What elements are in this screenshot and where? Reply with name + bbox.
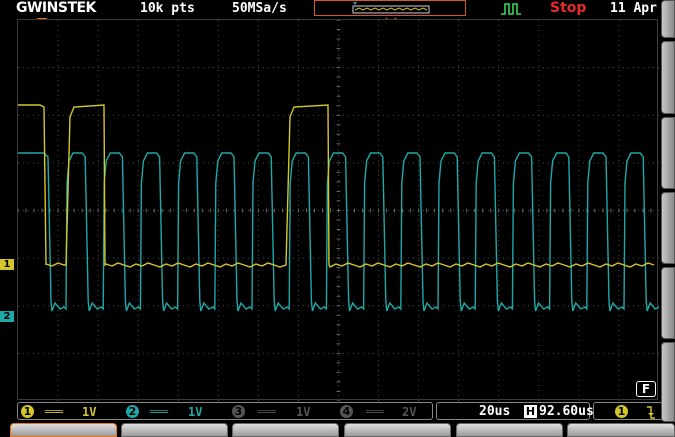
date-display: 11 Apr <box>610 1 657 16</box>
ch2-indicator[interactable]: 2 <box>126 405 139 418</box>
softkey-6[interactable] <box>567 423 675 437</box>
memory-window-indicator <box>314 0 466 16</box>
waveform-canvas <box>17 19 675 402</box>
ch1-dc-coupling-icon: ═══ <box>45 407 64 418</box>
ch2-scale: 1V <box>188 405 203 419</box>
horizontal-position-icon: H <box>524 405 537 418</box>
record-length: 10k pts <box>140 1 195 16</box>
timebase-scale: 20us <box>479 404 511 419</box>
ch4-scale: 2V <box>402 405 417 419</box>
filter-badge: F <box>636 381 656 397</box>
trigger-source[interactable]: 1 <box>615 405 628 418</box>
trigger-settings: 1 <box>593 402 665 420</box>
ch3-dc-coupling-icon: ═══ <box>258 407 277 418</box>
side-menu-button-5[interactable] <box>661 267 675 339</box>
ch2-waveform <box>18 152 675 312</box>
side-menu-button-4[interactable] <box>661 192 675 264</box>
brand-logo: GWINSTEK <box>16 0 96 16</box>
horizontal-position: 92.60us <box>539 404 594 419</box>
sample-rate: 50MSa/s <box>232 1 287 16</box>
side-menu-button-6[interactable] <box>661 342 675 422</box>
softkey-2[interactable] <box>121 423 228 437</box>
side-menu-button-1[interactable] <box>661 0 675 38</box>
ch1-indicator[interactable]: 1 <box>21 405 34 418</box>
ch4-dc-coupling-icon: ═══ <box>366 407 385 418</box>
softkey-1[interactable] <box>10 423 117 437</box>
ch1-scale: 1V <box>82 405 97 419</box>
acquisition-status: Stop <box>550 0 587 16</box>
ch4-indicator[interactable]: 4 <box>340 405 353 418</box>
ch2-ground-marker[interactable]: 2 <box>0 311 14 322</box>
ch3-indicator[interactable]: 3 <box>232 405 245 418</box>
vertical-settings: 1 ═══ 1V 2 ═══ 1V 3 ═══ 1V 4 ═══ 2V <box>17 402 433 420</box>
softkey-4[interactable] <box>344 423 451 437</box>
side-menu-button-3[interactable] <box>661 117 675 189</box>
ch3-scale: 1V <box>296 405 311 419</box>
falling-edge-icon <box>647 406 655 419</box>
channel-info-bar: 1 ═══ 1V 2 ═══ 1V 3 ═══ 1V 4 ═══ 2V 20us… <box>17 402 665 420</box>
status-bar: GWINSTEK 10k pts 50MSa/s Stop 11 Apr <box>0 0 658 18</box>
softkey-5[interactable] <box>456 423 563 437</box>
softkey-3[interactable] <box>232 423 339 437</box>
ch1-waveform <box>18 104 655 268</box>
ch2-dc-coupling-icon: ═══ <box>150 407 169 418</box>
waveform-display[interactable] <box>17 19 675 402</box>
side-menu-button-2[interactable] <box>661 41 675 114</box>
ch1-ground-marker[interactable]: 1 <box>0 259 14 270</box>
trigger-edge-icon <box>501 3 521 15</box>
